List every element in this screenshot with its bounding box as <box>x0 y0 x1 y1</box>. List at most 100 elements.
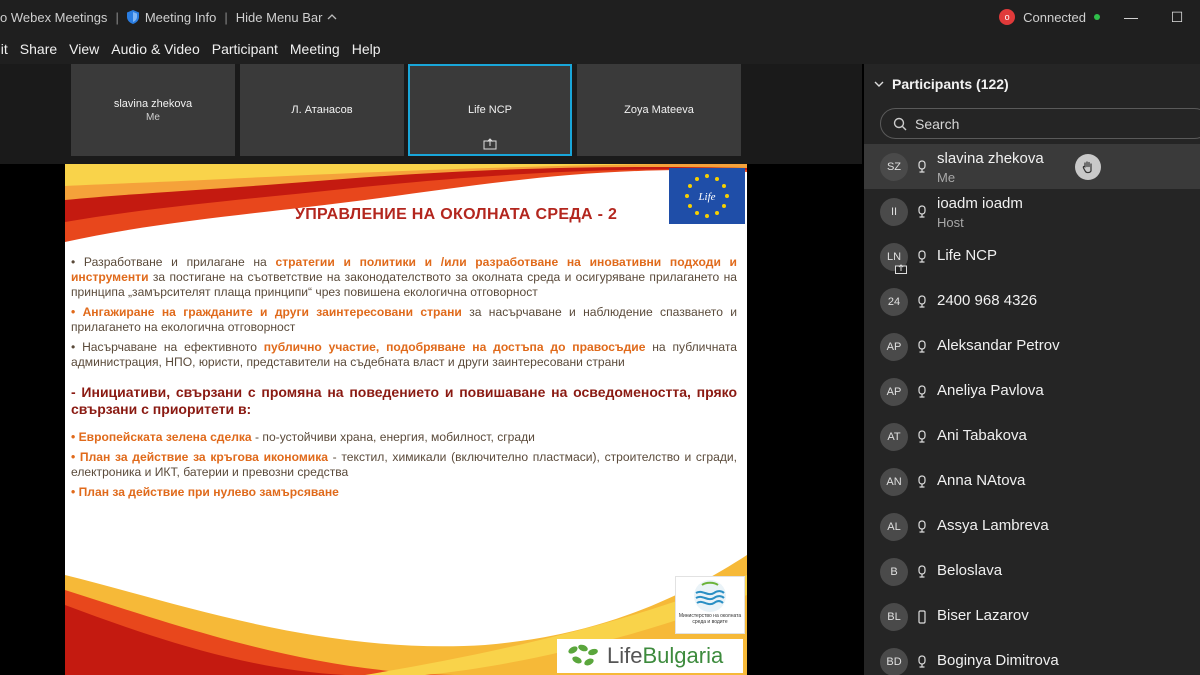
participant-row[interactable]: AP Aneliya Pavlova <box>864 369 1200 414</box>
audio-icon <box>916 159 928 174</box>
thumbnail-sub: Me <box>146 111 160 123</box>
participant-row[interactable]: SZ slavina zhekova Me <box>864 144 1200 189</box>
life-bulgaria-life: Life <box>607 643 643 668</box>
connected-label: Connected <box>1023 9 1086 25</box>
menu-audio-video[interactable]: Audio & Video <box>111 41 199 57</box>
participant-role: Host <box>937 215 964 230</box>
shared-slide: Life УПРАВЛЕНИЕ НА ОКОЛНАТА СРЕДА - 2 • … <box>65 164 747 675</box>
menu-participant[interactable]: Participant <box>212 41 278 57</box>
bullet-highlight: публично участие, подобряване на достъпа… <box>263 340 646 354</box>
avatar: SZ <box>880 152 908 181</box>
participants-title: Participants (122) <box>892 76 1009 92</box>
ministry-logo: Министерство на околната среда и водите <box>675 576 745 634</box>
audio-icon <box>916 294 928 309</box>
participant-row[interactable]: BL Biser Lazarov <box>864 594 1200 639</box>
menu-help[interactable]: Help <box>352 41 381 57</box>
avatar: B <box>880 557 908 586</box>
video-thumbnail-strip: slavina zhekova Me Л. Атанасов Life NCP … <box>0 64 862 164</box>
phone-icon <box>916 609 928 624</box>
participant-row[interactable]: AT Ani Tabakova <box>864 414 1200 459</box>
participants-search-input[interactable]: Search <box>880 108 1200 139</box>
slide-bullet: • Европейската зелена сделка - по-устойч… <box>71 430 737 445</box>
participant-role: Me <box>937 170 956 185</box>
ministry-emblem-icon <box>694 580 726 612</box>
avatar: AT <box>880 422 908 451</box>
slide-bullet: • Разработване и прилагане на стратегии … <box>71 255 737 300</box>
audio-icon <box>916 249 928 264</box>
menu-meeting[interactable]: Meeting <box>290 41 340 57</box>
life-bulgaria-logo: Life Bulgaria <box>557 639 743 673</box>
minimize-button[interactable]: — <box>1108 9 1154 25</box>
eu-stars-icon: Life <box>685 174 729 218</box>
avatar: 24 <box>880 287 908 316</box>
title-bar: o Webex Meetings | Meeting Info | Hide M… <box>0 0 1200 34</box>
slide-bullet: • План за действие за кръгова икономика … <box>71 450 737 480</box>
menu-view[interactable]: View <box>69 41 99 57</box>
bullet-text: • Насърчаване на ефективното <box>71 340 264 354</box>
avatar: BL <box>880 602 908 631</box>
participant-row[interactable]: 24 2400 968 4326 <box>864 279 1200 324</box>
bullet-text: - по-устойчиви храна, енергия, мобилност… <box>251 430 535 444</box>
participant-name: Biser Lazarov <box>937 607 1029 624</box>
participant-name: Aneliya Pavlova <box>937 382 1044 399</box>
avatar: II <box>880 197 908 226</box>
audio-icon <box>916 654 928 669</box>
chevron-up-icon <box>328 14 337 20</box>
video-thumbnail[interactable]: Л. Атанасов <box>240 64 404 156</box>
participant-name: Life NCP <box>937 247 998 264</box>
participants-header[interactable]: Participants (122) <box>874 76 1009 92</box>
app-title: o Webex Meetings <box>0 10 107 25</box>
avatar: AP <box>880 377 908 406</box>
participant-name: 2400 968 4326 <box>937 292 1038 309</box>
audio-icon <box>916 429 928 444</box>
video-thumbnail[interactable]: Zoya Mateeva <box>577 64 741 156</box>
participant-row[interactable]: AN Anna NAtova <box>864 459 1200 504</box>
search-icon <box>893 117 907 130</box>
avatar: BD <box>880 647 908 675</box>
slide-title: УПРАВЛЕНИЕ НА ОКОЛНАТА СРЕДА - 2 <box>295 206 618 223</box>
participant-row[interactable]: AP Aleksandar Petrov <box>864 324 1200 369</box>
meeting-info-button[interactable]: Meeting Info <box>126 9 217 25</box>
slide-bullet: • План за действие при нулево замърсяван… <box>71 485 737 500</box>
participant-name: Assya Lambreva <box>937 517 1049 534</box>
hide-menu-bar-button[interactable]: Hide Menu Bar <box>236 10 338 25</box>
menu-share[interactable]: Share <box>20 41 57 57</box>
video-thumbnail[interactable]: slavina zhekova Me <box>71 64 235 156</box>
title-separator: | <box>224 9 228 25</box>
share-screen-icon <box>483 138 497 150</box>
bullet-text: • Разработване и прилагане на <box>71 255 276 269</box>
thumbnail-name: Zoya Mateeva <box>624 104 694 116</box>
app-title-text: o Webex Meetings <box>0 9 108 25</box>
bullet-highlight: • Ангажиране на гражданите и други заинт… <box>71 305 462 319</box>
participants-panel: Participants (122) Search SZ slavina zhek… <box>864 64 1200 675</box>
video-thumbnail-active[interactable]: Life NCP <box>408 64 572 156</box>
participant-name: Boginya Dimitrova <box>937 652 1059 669</box>
participant-row[interactable]: II ioadm ioadm Host <box>864 189 1200 234</box>
ministry-name: Министерство на околната среда и водите <box>678 613 742 625</box>
bullet-highlight: • План за действие при нулево замърсяван… <box>71 485 339 499</box>
raise-hand-icon[interactable] <box>1075 153 1101 180</box>
menu-edit[interactable]: dit <box>0 41 8 57</box>
participant-row[interactable]: AL Assya Lambreva <box>864 504 1200 549</box>
eu-life-logo: Life <box>669 168 745 224</box>
title-separator: | <box>115 9 119 25</box>
slide-content: • Разработване и прилагане на стратегии … <box>71 255 737 505</box>
avatar: AP <box>880 332 908 361</box>
bullet-highlight: • Европейската зелена сделка <box>71 430 252 444</box>
meeting-info-label: Meeting Info <box>144 9 217 25</box>
participant-name: Ani Tabakova <box>937 427 1027 444</box>
leaf-cluster-icon <box>568 644 598 666</box>
search-placeholder: Search <box>915 115 960 132</box>
eu-logo-text: Life <box>697 191 715 203</box>
restore-button[interactable]: ☐ <box>1154 9 1200 26</box>
bullet-text: за постигане на съответствие на законода… <box>71 270 737 299</box>
bullet-highlight: • План за действие за кръгова икономика <box>71 450 328 464</box>
participant-row[interactable]: B Beloslava <box>864 549 1200 594</box>
avatar: AN <box>880 467 908 496</box>
thumbnail-name: slavina zhekova <box>113 97 193 110</box>
audio-icon <box>916 384 928 399</box>
connection-status: o Connected — ☐ <box>999 0 1200 34</box>
audio-icon <box>916 474 928 489</box>
participant-row[interactable]: LN Life NCP <box>864 234 1200 279</box>
participant-row[interactable]: BD Boginya Dimitrova <box>864 639 1200 675</box>
